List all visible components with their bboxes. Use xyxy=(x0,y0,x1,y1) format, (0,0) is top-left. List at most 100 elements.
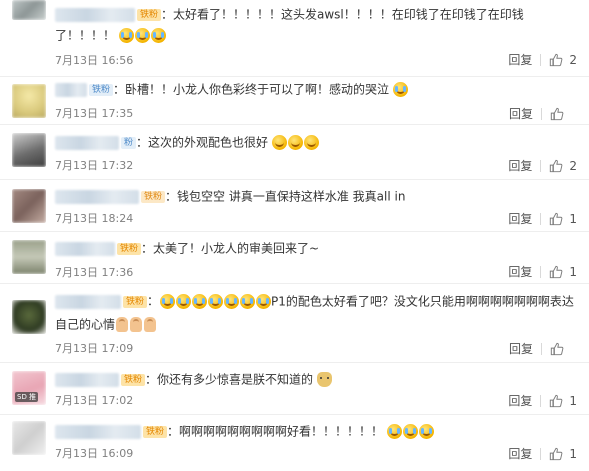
thumbs-up-icon xyxy=(550,159,563,172)
reply-button[interactable]: 回复 xyxy=(508,263,532,280)
comment-body: 铁粉 ：太美了！小龙人的审美回来了~ xyxy=(55,238,577,259)
emoji-icon xyxy=(272,135,320,150)
fan-badge: 铁粉 xyxy=(137,8,162,21)
reply-button[interactable]: 回复 xyxy=(509,340,533,357)
comment-actions: 回复 1 xyxy=(508,445,577,462)
like-count: 2 xyxy=(569,158,577,173)
like-count: 2 xyxy=(569,52,577,67)
fan-badge: 铁粉 xyxy=(121,373,146,386)
username[interactable] xyxy=(55,189,139,204)
avatar[interactable] xyxy=(12,240,46,274)
comment-body: 铁粉 ：啊啊啊啊啊啊啊啊啊好看！！！！！！ xyxy=(55,421,577,442)
comment-text: ：啊啊啊啊啊啊啊啊啊好看！！！！！！ xyxy=(167,424,384,439)
avatar[interactable] xyxy=(12,189,46,223)
fan-badge: 铁粉 xyxy=(141,190,166,203)
avatar-tag: SD 推 xyxy=(15,392,39,402)
comment-item: 粉：这次的外观配色也很好 7月13日 17:32 回复 2 xyxy=(0,125,589,180)
fan-badge: 铁粉 xyxy=(143,425,168,438)
thumbs-up-icon xyxy=(550,53,563,66)
avatar[interactable] xyxy=(12,300,46,334)
username[interactable] xyxy=(55,372,119,387)
comment-actions: 回复 2 xyxy=(508,157,577,174)
comment-actions: 回复 1 xyxy=(508,263,577,280)
fan-badge: 铁粉 xyxy=(123,295,148,308)
like-button[interactable] xyxy=(550,107,577,121)
avatar[interactable]: SD 推 xyxy=(12,371,46,405)
reply-button[interactable]: 回复 xyxy=(508,51,532,68)
like-button[interactable]: 2 xyxy=(549,53,577,67)
comment-text: ：卧槽！！小龙人你色彩终于可以了啊！感动的哭泣 xyxy=(113,82,390,97)
comment-date: 7月13日 17:02 xyxy=(55,394,134,407)
emoji-icon xyxy=(393,82,409,97)
comment-body: 铁粉： P1的配色太好看了吧？没文化只能用啊啊啊啊啊啊啊表达自己的心情 xyxy=(55,294,574,332)
username[interactable] xyxy=(55,424,141,439)
comment-body: 铁粉 ：太好看了！！！！！这头发awsl！！！！在印钱了在印钱了在印钱了！！！！ xyxy=(55,4,577,45)
divider xyxy=(540,447,542,460)
emoji-icon xyxy=(387,424,435,439)
like-button[interactable]: 1 xyxy=(549,265,577,279)
comment-item: 铁粉 ：太美了！小龙人的审美回来了~ 7月13日 17:36 回复 1 xyxy=(0,232,589,284)
username[interactable] xyxy=(55,241,115,256)
comment-actions: 回复 2 xyxy=(508,51,577,68)
comment-actions: 回复 1 xyxy=(508,210,577,227)
username[interactable] xyxy=(55,7,135,22)
thumbs-up-icon xyxy=(550,394,563,407)
comment-actions: 回复 xyxy=(509,105,577,122)
like-button[interactable]: 1 xyxy=(549,212,577,226)
like-count: 1 xyxy=(569,211,577,226)
comment-date: 7月13日 17:36 xyxy=(55,266,134,279)
comment-date: 7月13日 18:24 xyxy=(55,212,134,225)
fan-badge: 铁粉 xyxy=(117,242,142,255)
avatar[interactable] xyxy=(12,0,46,20)
divider xyxy=(541,342,542,355)
divider xyxy=(540,159,542,172)
comment-text: ：太美了！小龙人的审美回来了~ xyxy=(141,241,320,256)
avatar[interactable] xyxy=(12,421,46,455)
comment-item: 铁粉 ：钱包空空 讲真一直保持这样水准 我真all in 7月13日 18:24 … xyxy=(0,180,589,232)
like-count: 1 xyxy=(569,446,577,461)
reply-button[interactable]: 回复 xyxy=(508,210,532,227)
thumbs-up-icon xyxy=(550,447,563,460)
thumbs-up-icon xyxy=(550,107,564,120)
doge-emoji-icon xyxy=(316,372,332,387)
comment-date: 7月13日 17:32 xyxy=(55,159,134,172)
comment-body: 粉：这次的外观配色也很好 xyxy=(55,132,577,153)
fan-badge: 铁粉 xyxy=(89,83,114,96)
comment-date: 7月13日 16:56 xyxy=(55,54,134,67)
reply-button[interactable]: 回复 xyxy=(509,105,533,122)
fan-badge: 粉 xyxy=(121,136,137,149)
comment-item: 铁粉 ：卧槽！！小龙人你色彩终于可以了啊！感动的哭泣 7月13日 17:35 回复 xyxy=(0,77,589,125)
comment-text: ：你还有多少惊喜是朕不知道的 xyxy=(145,372,314,387)
like-button[interactable]: 1 xyxy=(549,447,577,461)
comment-body: 铁粉 ：你还有多少惊喜是朕不知道的 xyxy=(55,369,577,390)
like-count: 1 xyxy=(569,264,577,279)
username[interactable] xyxy=(55,294,121,309)
username[interactable] xyxy=(55,82,87,97)
reply-button[interactable]: 回复 xyxy=(508,445,532,462)
username[interactable] xyxy=(55,135,119,150)
thumbs-up-icon xyxy=(550,212,563,225)
emoji-icon xyxy=(159,294,271,309)
like-button[interactable]: 2 xyxy=(549,159,577,173)
avatar[interactable] xyxy=(12,84,46,118)
divider xyxy=(540,53,542,66)
emoji-icon xyxy=(119,27,167,43)
comment-date: 7月13日 16:09 xyxy=(55,447,134,460)
comment-body: 铁粉 ：钱包空空 讲真一直保持这样水准 我真all in xyxy=(55,186,577,207)
comment-actions: 回复 xyxy=(509,340,577,357)
comment-item: 铁粉： P1的配色太好看了吧？没文化只能用啊啊啊啊啊啊啊表达自己的心情 7月13日… xyxy=(0,284,589,363)
reply-button[interactable]: 回复 xyxy=(508,157,532,174)
thumbs-up-icon xyxy=(550,342,564,355)
comment-list: 铁粉 ：太好看了！！！！！这头发awsl！！！！在印钱了在印钱了在印钱了！！！！ … xyxy=(0,0,589,471)
comment-actions: 回复 1 xyxy=(508,392,577,409)
comment-body: 铁粉 ：卧槽！！小龙人你色彩终于可以了啊！感动的哭泣 xyxy=(55,79,577,100)
divider xyxy=(540,394,542,407)
reply-button[interactable]: 回复 xyxy=(508,392,532,409)
like-button[interactable] xyxy=(550,342,577,356)
comment-item: 铁粉 ：啊啊啊啊啊啊啊啊啊好看！！！！！！ 7月13日 16:09 回复 1 xyxy=(0,415,589,471)
like-button[interactable]: 1 xyxy=(549,394,577,408)
avatar[interactable] xyxy=(12,133,46,167)
comment-text: ：钱包空空 讲真一直保持这样水准 我真all in xyxy=(165,189,406,204)
comment-date: 7月13日 17:09 xyxy=(55,342,134,355)
divider xyxy=(540,212,542,225)
